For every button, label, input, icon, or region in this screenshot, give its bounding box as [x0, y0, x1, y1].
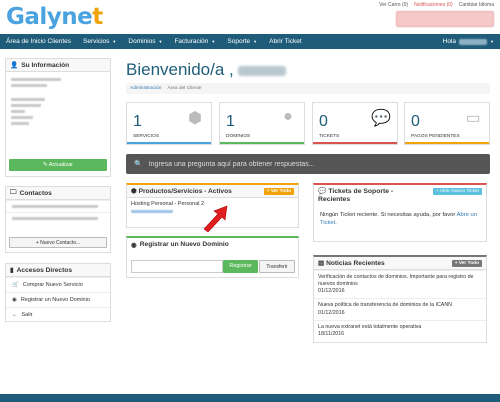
contact-item[interactable] — [6, 212, 110, 224]
stat-label: TICKETS — [319, 134, 340, 139]
domain-input[interactable] — [131, 260, 223, 273]
open-new-ticket-button[interactable]: + Abrir Nuevo Ticket — [432, 188, 482, 195]
news-panel: ▤ Noticias Recientes + Ver Todo Verifica… — [313, 255, 487, 343]
globe-icon: ◉ — [131, 241, 137, 249]
cube-icon: ⬢ — [131, 188, 139, 195]
top-links: Ver Carro (0) Notificaciones (0) Cambiar… — [379, 2, 494, 8]
stat-domains[interactable]: 1 DOMINIOS ● — [219, 102, 305, 145]
breadcrumb: Administración Área del Cliente — [126, 83, 490, 94]
user-menu[interactable]: Hola ▼ — [443, 38, 494, 45]
user-name-blurred — [237, 65, 286, 76]
chevron-down-icon: ▼ — [158, 39, 163, 44]
user-name-blurred — [459, 38, 488, 45]
chevron-down-icon: ▼ — [253, 39, 258, 44]
news-item[interactable]: La nueva extranet está totalmente operat… — [314, 319, 486, 341]
stat-label: DOMINIOS — [226, 134, 251, 139]
stat-number: 1 — [133, 113, 142, 130]
knowledgebase-search[interactable]: 🔍 Ingresa una pregunta aquí para obtener… — [126, 154, 490, 174]
comments-icon: 💬 — [371, 110, 391, 127]
new-contact-button[interactable]: + Nuevo Contacto... — [9, 237, 107, 248]
breadcrumb-current: Área del Cliente — [167, 86, 202, 91]
stat-tickets[interactable]: 0 TICKETS 💬 — [312, 102, 398, 145]
stat-number: 0 — [319, 113, 328, 130]
news-panel-header: ▤ Noticias Recientes + Ver Todo — [314, 257, 486, 270]
chevron-down-icon: ▼ — [211, 39, 216, 44]
footer-bar — [0, 394, 500, 402]
contacts-panel: 🗀 Contactos + Nuevo Contacto... — [5, 186, 111, 253]
alert-box-blurred — [396, 11, 494, 27]
nav-services[interactable]: Servicios ▼ — [77, 38, 122, 45]
shortcuts-panel-header: ▮ Accesos Directos — [6, 264, 110, 277]
stat-bar — [220, 142, 304, 144]
nav-domains[interactable]: Dominios ▼ — [122, 38, 168, 45]
tickets-panel-title: 💬 Tickets de Soporte - Recientes — [318, 188, 394, 204]
red-arrow-annotation — [203, 205, 228, 233]
stat-label: SERVICIOS — [133, 134, 160, 139]
chevron-down-icon: ▼ — [112, 39, 117, 44]
cart-icon: 🛒 — [12, 282, 19, 288]
newspaper-icon: ▤ — [318, 260, 327, 267]
view-all-news-button[interactable]: + Ver Todo — [451, 259, 482, 267]
shortcut-logout[interactable]: ← Salir — [6, 307, 110, 322]
shortcuts-panel: ▮ Accesos Directos 🛒 Comprar Nuevo Servici… — [5, 263, 111, 322]
chevron-down-icon: ▼ — [490, 39, 494, 44]
user-icon: 👤 — [10, 62, 19, 69]
news-item[interactable]: Nueva política de transferencia de domin… — [314, 298, 486, 319]
nav-support[interactable]: Soporte ▼ — [221, 38, 263, 45]
nav-open-ticket[interactable]: Abrir Ticket — [263, 38, 308, 45]
view-all-products-button[interactable]: + Ver Todo — [263, 187, 294, 195]
folder-icon: 🗀 — [10, 188, 17, 196]
search-placeholder: Ingresa una pregunta aquí para obtener r… — [148, 160, 315, 168]
tickets-empty-text: Ningún Ticket reciente. Si necesitas ayu… — [320, 212, 477, 226]
stat-number: 1 — [226, 113, 235, 130]
nav-home[interactable]: Área de Inicio Clientes — [0, 38, 77, 45]
stat-number: 0 — [411, 113, 420, 130]
contact-item[interactable] — [6, 200, 110, 212]
stat-label: PAGOS PENDIENTES — [411, 134, 460, 139]
globe-icon: ◉ — [12, 297, 17, 303]
stat-bar — [405, 142, 489, 144]
stat-bar — [313, 142, 397, 144]
credit-card-icon: ▭ — [465, 110, 481, 127]
tickets-panel: 💬 Tickets de Soporte - Recientes + Abrir… — [313, 183, 487, 242]
register-domain-panel: ◉ Registrar un Nuevo Dominio Registrar T… — [126, 236, 299, 278]
cart-link[interactable]: Ver Carro (0) — [379, 2, 408, 8]
comments-icon: 💬 — [318, 188, 329, 195]
info-panel-header: 👤 Su Información — [6, 59, 110, 72]
shortcut-buy-service[interactable]: 🛒 Comprar Nuevo Servicio — [6, 277, 110, 292]
page-title: Bienvenido/a , — [126, 60, 286, 80]
stat-bar — [127, 142, 211, 144]
products-panel-header: ⬢ Productos/Servicios - Activos + Ver To… — [127, 185, 298, 198]
breadcrumb-admin[interactable]: Administración — [130, 86, 161, 91]
news-item[interactable]: Verificación de contactos de dominios. I… — [314, 270, 486, 298]
register-button[interactable]: Registrar — [223, 260, 258, 273]
stat-services[interactable]: 1 SERVICIOS ⬢ — [126, 102, 212, 145]
globe-icon: ● — [283, 108, 293, 125]
cube-icon: ⬢ — [188, 110, 202, 127]
top-header: Galynet Ver Carro (0) Notificaciones (0)… — [0, 0, 500, 34]
shortcut-register-domain[interactable]: ◉ Registrar un Nuevo Dominio — [6, 292, 110, 307]
nav-billing[interactable]: Facturación ▼ — [168, 38, 221, 45]
search-icon: 🔍 — [134, 161, 143, 168]
bookmark-icon: ▮ — [10, 267, 14, 274]
update-info-button[interactable]: ✎ Actualizar — [9, 159, 107, 171]
notifications-link[interactable]: Notificaciones (0) — [414, 2, 453, 8]
contacts-panel-header: 🗀 Contactos — [6, 187, 110, 200]
arrow-left-icon: ← — [12, 312, 18, 318]
galynet-logo[interactable]: Galynet — [6, 4, 103, 30]
language-link[interactable]: Cambiar Idioma — [459, 2, 494, 8]
transfer-button[interactable]: Transferir — [259, 260, 295, 273]
info-panel: 👤 Su Información ✎ Actualizar — [5, 58, 111, 177]
register-panel-header: ◉ Registrar un Nuevo Dominio — [127, 238, 298, 251]
stat-pending-payments[interactable]: 0 PAGOS PENDIENTES ▭ — [404, 102, 490, 145]
main-nav: Área de Inicio Clientes Servicios ▼ Domin… — [0, 34, 500, 49]
